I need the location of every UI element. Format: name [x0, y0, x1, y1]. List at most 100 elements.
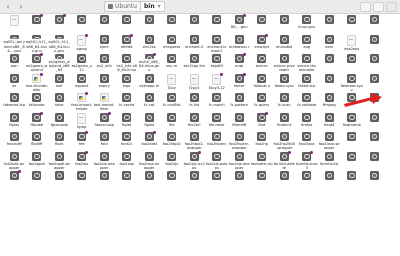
file-item[interactable]: [273, 14, 296, 34]
file-item[interactable]: fc-query: [251, 92, 274, 112]
file-item[interactable]: fc-conflist: [161, 92, 184, 112]
file-item[interactable]: factor: [228, 72, 251, 93]
file-item[interactable]: [341, 170, 364, 190]
file-item[interactable]: esc-m: [161, 53, 184, 73]
file-item[interactable]: es2gears_x11: [71, 53, 94, 73]
file-item[interactable]: endeavou r: [228, 34, 251, 54]
file-item[interactable]: f2py: [161, 73, 184, 93]
file-item[interactable]: [318, 53, 341, 73]
file-item[interactable]: [183, 14, 206, 34]
file-item[interactable]: fixqtname: [341, 112, 364, 132]
file-item[interactable]: espdiff: [206, 53, 229, 73]
breadcrumb-current[interactable]: bin ▾: [139, 1, 165, 12]
file-item[interactable]: [183, 170, 206, 190]
file-item[interactable]: [363, 53, 386, 73]
file-item[interactable]: [273, 170, 296, 190]
file-item[interactable]: foo2slx-wrapper: [93, 151, 116, 171]
file-item[interactable]: fprintd-delete: [273, 150, 296, 171]
file-item[interactable]: false: [48, 92, 71, 112]
file-item[interactable]: figlet: [116, 112, 139, 132]
file-item[interactable]: foo2xqx: [116, 151, 139, 171]
file-item[interactable]: [3, 170, 26, 190]
file-item[interactable]: [318, 14, 341, 34]
file-item[interactable]: figlist: [138, 112, 161, 132]
back-button[interactable]: ‹: [3, 2, 13, 11]
file-item[interactable]: eqn: [3, 53, 26, 73]
file-item[interactable]: ffplay: [3, 112, 26, 132]
file-item[interactable]: es2_info x86_64-linux: [116, 53, 139, 73]
file-item[interactable]: [341, 131, 364, 151]
file-item[interactable]: fprintd-enroll: [296, 150, 319, 171]
file-item[interactable]: fiasco-loop: [93, 111, 116, 132]
file-item[interactable]: file: [161, 112, 184, 132]
file-item[interactable]: eog: [296, 34, 319, 54]
file-item[interactable]: eps2eps: [341, 34, 364, 54]
file-item[interactable]: [161, 14, 184, 34]
file-item[interactable]: foo2qpdl: [26, 151, 49, 171]
file-item[interactable]: evince-previewer: [273, 53, 296, 73]
file-item[interactable]: fast-import-helper: [71, 92, 94, 112]
file-item[interactable]: [26, 170, 49, 190]
file-item[interactable]: eutp: [228, 53, 251, 73]
file-item[interactable]: fgrep: [71, 112, 94, 132]
file-item[interactable]: f2py3.12: [206, 72, 229, 93]
file-item[interactable]: [71, 170, 94, 190]
file-item[interactable]: foo2hbpl2: [161, 131, 184, 151]
file-item[interactable]: esc2cpp bin: [183, 53, 206, 73]
file-item[interactable]: fmt: [71, 131, 94, 151]
file-item[interactable]: es2gears_wayland_x86_64: [48, 53, 71, 73]
file-item[interactable]: [71, 14, 94, 34]
file-item[interactable]: file2brl: [183, 112, 206, 132]
file-item[interactable]: enchant-lsmod-2: [206, 34, 229, 54]
file-item[interactable]: [251, 170, 274, 190]
file-item[interactable]: foo2slx: [71, 150, 94, 171]
file-item[interactable]: font2c: [116, 131, 139, 151]
grid-view-button[interactable]: [373, 2, 384, 12]
file-item[interactable]: fixvoutff: [3, 131, 26, 151]
file-item[interactable]: [318, 170, 341, 190]
file-item[interactable]: enscript: [251, 33, 274, 54]
file-item[interactable]: 86_...gnu: [228, 14, 251, 34]
file-item[interactable]: fc-pattern: [228, 92, 251, 112]
file-item[interactable]: fast-import-filter: [93, 92, 116, 112]
file-item[interactable]: exe-thumbnailer: [26, 72, 49, 93]
file-item[interactable]: enc2xs: [138, 34, 161, 54]
file-item[interactable]: [296, 170, 319, 190]
file-item[interactable]: fakeroot-tcp: [3, 92, 26, 112]
file-item[interactable]: eom: [318, 34, 341, 54]
file-item[interactable]: flock: [48, 131, 71, 151]
file-item[interactable]: [363, 112, 386, 132]
file-item[interactable]: [341, 151, 364, 171]
file-item[interactable]: eq501_wa yland:x86 _64-...gnu: [3, 34, 26, 54]
file-item[interactable]: fc-validate: [296, 92, 319, 112]
file-item[interactable]: fold: [93, 131, 116, 151]
file-item[interactable]: foo2zjs: [161, 151, 184, 171]
file-item[interactable]: file-roller: [206, 112, 229, 132]
file-item[interactable]: foo2lava-wrapper: [318, 131, 341, 151]
file-item[interactable]: es2tri_x86_64-linux-gnu: [138, 53, 161, 73]
file-item[interactable]: [138, 14, 161, 34]
file-item[interactable]: flipdiff: [26, 131, 49, 151]
file-item[interactable]: [161, 170, 184, 190]
file-item[interactable]: foo2xqx-wrapper: [138, 151, 161, 171]
file-item[interactable]: foo2qpdl-wrapper: [48, 151, 71, 171]
file-item[interactable]: [48, 170, 71, 190]
file-item[interactable]: eq501_x11_x86_64-linux-gnu: [26, 34, 49, 54]
file-item[interactable]: [206, 14, 229, 34]
file-item[interactable]: enchant-2: [183, 34, 206, 54]
file-item[interactable]: [93, 14, 116, 34]
file-item[interactable]: expiry: [93, 73, 116, 93]
forward-button[interactable]: ›: [16, 2, 26, 11]
file-item[interactable]: linux-gnu: [296, 14, 319, 34]
close-button[interactable]: [386, 2, 397, 12]
file-item[interactable]: fallocate: [26, 92, 49, 112]
file-item[interactable]: [138, 170, 161, 190]
file-item[interactable]: foomatic-rip: [251, 151, 274, 171]
file-item[interactable]: [341, 14, 364, 34]
file-item[interactable]: envsubst: [273, 34, 296, 54]
file-item[interactable]: encguess: [161, 34, 184, 54]
file-item[interactable]: [3, 14, 26, 34]
file-item[interactable]: foo2hiperc: [206, 131, 229, 151]
file-item[interactable]: findmnt: [273, 112, 296, 132]
file-item[interactable]: [363, 14, 386, 34]
